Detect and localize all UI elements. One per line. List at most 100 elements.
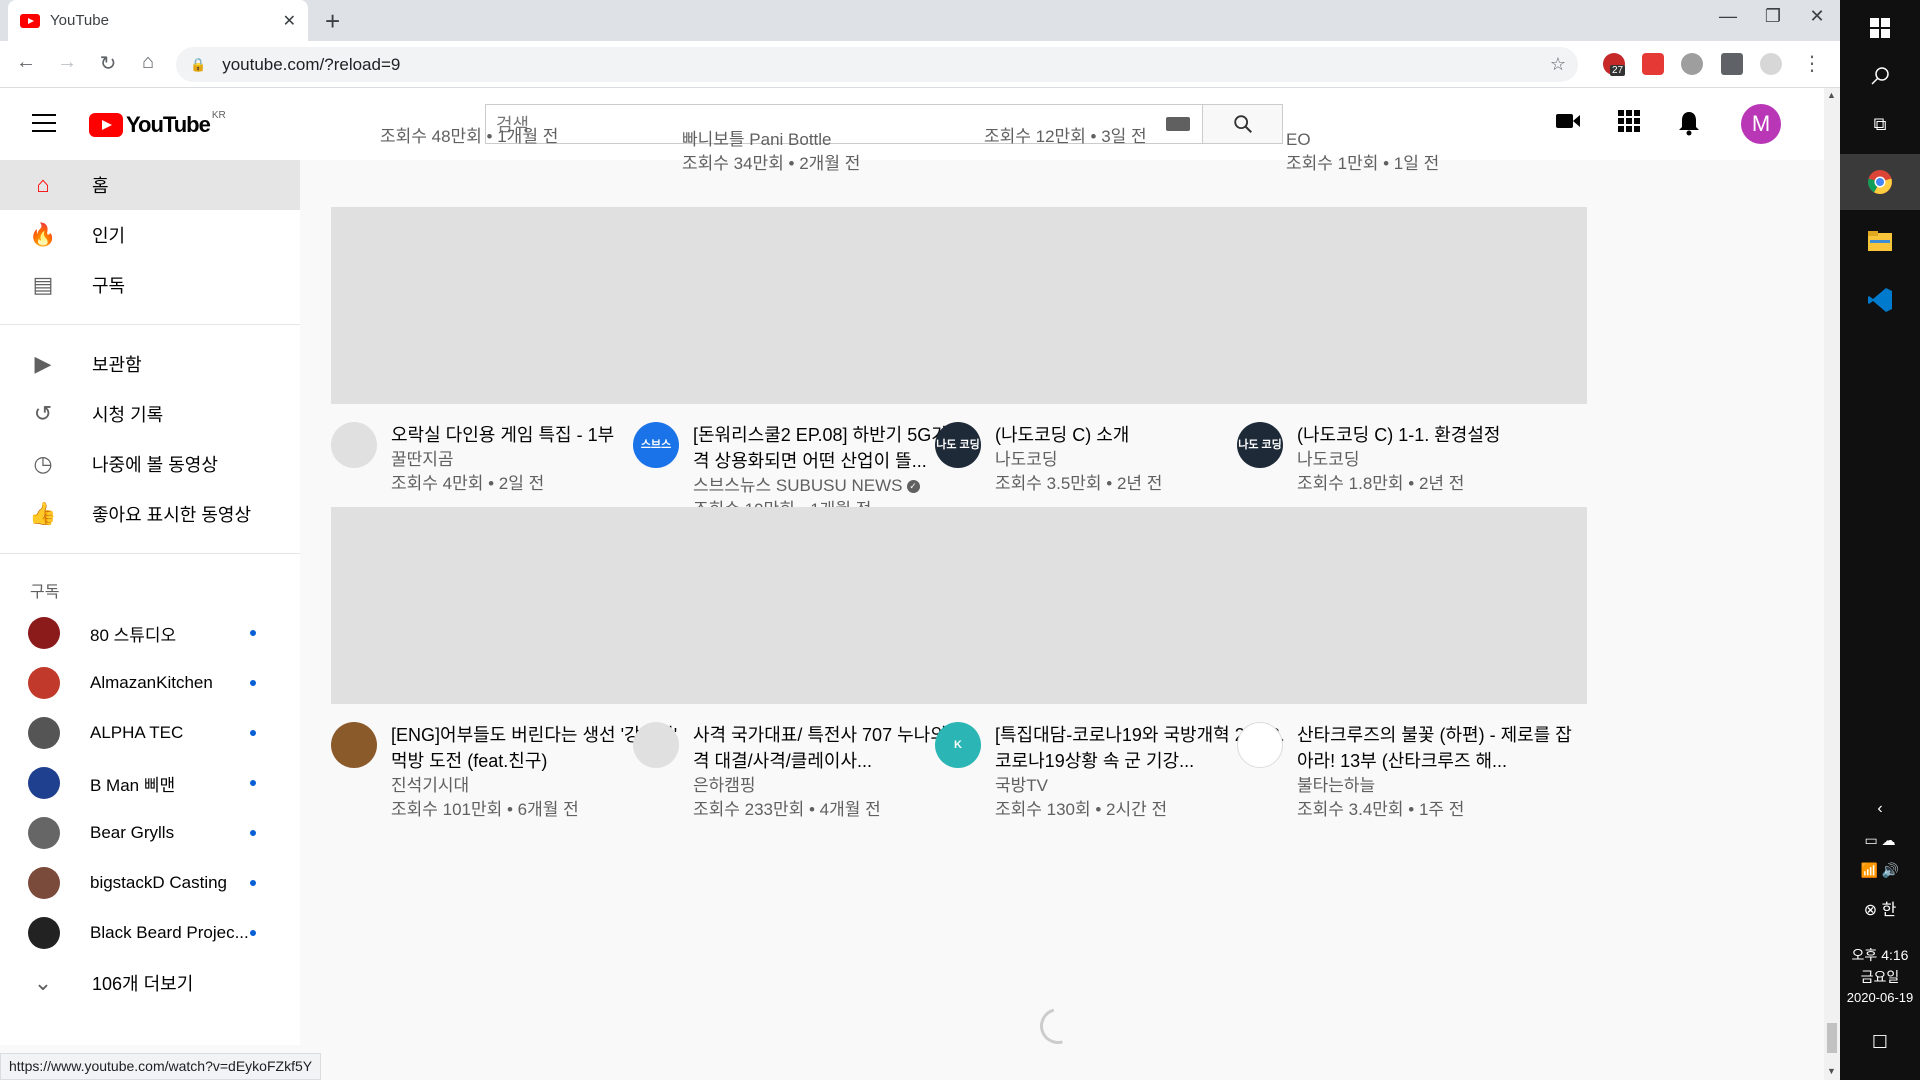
video-card-partial[interactable]: EO 조회수 1만회 • 1일 전 (1286, 128, 1636, 176)
channel-avatar[interactable] (633, 722, 679, 768)
reload-icon[interactable]: ↻ (94, 51, 122, 76)
scroll-up-arrow-icon[interactable]: ▲ (1827, 90, 1836, 100)
vscode-icon[interactable] (1840, 272, 1920, 328)
address-bar[interactable]: 🔒 youtube.com/?reload=9 ☆ (176, 47, 1578, 82)
sidebar-item-watch-later[interactable]: ◷ 나중에 볼 동영상 (0, 439, 300, 489)
channel-avatar[interactable]: 스브스 (633, 422, 679, 468)
channel-name-text[interactable]: 나도코딩 (1297, 450, 1360, 469)
video-card-partial[interactable]: 조회수 48만회 • 1개월 전 (380, 125, 730, 149)
subscription-item[interactable]: Bear Grylls (0, 808, 300, 858)
notification-center-icon[interactable]: ☐ (1840, 1032, 1920, 1053)
video-stats: 조회수 1만회 • 1일 전 (1286, 154, 1440, 173)
video-card[interactable]: K [특집대담-코로나19와 국방개혁 2.0] 3.코로나19상황 속 군 기강… (935, 507, 1285, 822)
channel-avatar[interactable]: 나도 코딩 (935, 422, 981, 468)
scroll-down-arrow-icon[interactable]: ▼ (1827, 1066, 1836, 1076)
channel-name-text[interactable]: 국방TV (995, 776, 1048, 795)
file-explorer-icon[interactable] (1840, 213, 1920, 269)
channel-name-text[interactable]: 불타는하늘 (1297, 776, 1375, 795)
channel-name[interactable]: 빠니보틀 Pani Bottle (682, 128, 1032, 152)
tray-expand-icon[interactable]: ‹ (1840, 800, 1920, 818)
browser-tab-youtube[interactable]: YouTube ✕ (8, 0, 308, 41)
video-feed: 조회수 48만회 • 1개월 전 빠니보틀 Pani Bottle 조회수 34만회… (300, 88, 1824, 1080)
home-icon: ⌂ (36, 172, 50, 197)
show-more-button[interactable]: ⌄ 106개 더보기 (0, 958, 300, 1008)
channel-name[interactable]: 불타는하늘 (1297, 774, 1587, 798)
sidebar-item-library[interactable]: ▶ 보관함 (0, 339, 300, 389)
extension-gray-icon[interactable] (1681, 53, 1703, 75)
channel-avatar[interactable] (1237, 722, 1283, 768)
close-window-button[interactable]: ✕ (1797, 6, 1837, 27)
channel-name-text[interactable]: 은하캠핑 (693, 776, 756, 795)
subscription-item[interactable]: Black Beard Projec... (0, 908, 300, 958)
video-thumbnail[interactable] (1237, 207, 1587, 404)
video-card[interactable]: 사격 국가대표/ 특전사 707 누나의 사격 대결/사격/클레이사... 은하캠… (633, 507, 983, 822)
video-card-partial[interactable]: 빠니보틀 Pani Bottle 조회수 34만회 • 2개월 전 (682, 128, 1032, 176)
extensions-puzzle-icon[interactable] (1721, 53, 1743, 75)
channel-name[interactable]: EO (1286, 128, 1636, 152)
channel-avatar[interactable]: K (935, 722, 981, 768)
maximize-button[interactable]: ❐ (1753, 6, 1793, 27)
subscription-name: Bear Grylls (90, 823, 175, 842)
video-thumbnail[interactable] (633, 207, 983, 404)
subscriptions-icon: ▤ (32, 272, 54, 297)
sidebar-item-subscriptions[interactable]: ▤ 구독 (0, 260, 300, 310)
channel-avatar (28, 817, 60, 849)
sidebar-item-history[interactable]: ↺ 시청 기록 (0, 389, 300, 439)
battery-icon[interactable]: ▭ ☁ (1840, 832, 1920, 849)
video-thumbnail[interactable]: ◷≡ (935, 207, 1285, 404)
video-thumbnail[interactable] (331, 207, 681, 404)
video-thumbnail[interactable] (1237, 507, 1587, 704)
video-thumbnail[interactable] (331, 507, 681, 704)
page-scrollbar[interactable]: ▲ ▼ (1824, 88, 1840, 1080)
sidebar-item-label: 인기 (92, 226, 126, 246)
subscription-item[interactable]: AlmazanKitchen (0, 658, 300, 708)
video-card[interactable]: 나도 코딩 (나도코딩 C) 1-1. 환경설정 나도코딩 조회수 1.8만회 • 2… (1237, 207, 1587, 496)
sidebar-item-trending[interactable]: 🔥 인기 (0, 210, 300, 260)
channel-name-text[interactable]: 꿀딴지곰 (391, 450, 454, 469)
channel-avatar[interactable]: 나도 코딩 (1237, 422, 1283, 468)
sidebar-item-label: 홈 (92, 176, 109, 196)
show-more-label: 106개 더보기 (92, 974, 194, 994)
subscription-item[interactable]: bigstackD Casting (0, 858, 300, 908)
youtube-logo[interactable]: YouTube KR (89, 110, 226, 138)
sidebar-item-liked[interactable]: 👍 좋아요 표시한 동영상 (0, 489, 300, 539)
video-card[interactable]: [ENG]어부들도 버린다는 생선 '강준치' 먹방 도전 (feat.친구) 진… (331, 507, 681, 822)
channel-name-text[interactable]: 스브스뉴스 SUBUSU NEWS (693, 476, 903, 495)
home-browser-icon[interactable]: ⌂ (134, 51, 162, 74)
close-circle-icon[interactable]: ⊗ (1864, 902, 1877, 919)
video-card[interactable]: 오락실 다인용 게임 특집 - 1부 꿀딴지곰 조회수 4만회 • 2일 전 (331, 207, 681, 496)
sidebar-item-home[interactable]: ⌂ 홈 (0, 160, 300, 210)
youtube-extension-icon[interactable] (1642, 53, 1664, 75)
subscription-item[interactable]: B Man 삐맨 (0, 758, 300, 808)
new-tab-button[interactable]: + (325, 6, 340, 37)
subscription-item[interactable]: 80 스튜디오 (0, 608, 300, 658)
back-icon[interactable]: ← (12, 51, 40, 74)
clock-time[interactable]: 오후 4:16 (1840, 945, 1920, 965)
video-thumbnail[interactable] (633, 507, 983, 704)
video-card[interactable]: ◷≡나도 코딩(나도코딩 C) 소개나도코딩조회수 3.5만회 • 2년 전 (935, 207, 1285, 496)
hamburger-menu-icon[interactable] (32, 114, 56, 132)
browser-menu-icon[interactable]: ⋮ (1798, 51, 1826, 76)
video-card-partial[interactable]: 조회수 12만회 • 3일 전 (984, 125, 1334, 149)
channel-name[interactable]: 나도코딩 (1297, 448, 1587, 472)
bookmark-star-icon[interactable]: ☆ (1550, 54, 1566, 75)
video-title[interactable]: 산타크루즈의 불꽃 (하편) - 제로를 잡아라! 13부 (산타크루즈 해..… (1297, 722, 1587, 774)
video-card[interactable]: 스브스 [돈워리스쿨2 EP.08] 하반기 5G가 본격 상용화되면 어떤 산업… (633, 207, 983, 522)
scrollbar-thumb[interactable] (1827, 1023, 1837, 1053)
tab-close-icon[interactable]: ✕ (283, 11, 296, 31)
channel-avatar[interactable] (331, 422, 377, 468)
wifi-volume-icon[interactable]: 📶 🔊 (1840, 862, 1920, 879)
profile-icon[interactable] (1760, 53, 1782, 75)
ime-indicator[interactable]: ⊗ 한 (1840, 896, 1920, 920)
task-view-icon[interactable]: ⧉ (1840, 96, 1920, 152)
forward-icon[interactable]: → (53, 51, 81, 74)
channel-name-text[interactable]: 나도코딩 (995, 450, 1058, 469)
video-title[interactable]: (나도코딩 C) 1-1. 환경설정 (1297, 422, 1587, 448)
channel-name-text[interactable]: 진석기시대 (391, 776, 469, 795)
minimize-button[interactable]: — (1708, 6, 1748, 27)
subscription-item[interactable]: ALPHA TEC (0, 708, 300, 758)
video-card[interactable]: 산타크루즈의 불꽃 (하편) - 제로를 잡아라! 13부 (산타크루즈 해..… (1237, 507, 1587, 822)
channel-avatar[interactable] (331, 722, 377, 768)
chrome-taskbar-icon[interactable] (1840, 154, 1920, 210)
video-thumbnail[interactable] (935, 507, 1285, 704)
